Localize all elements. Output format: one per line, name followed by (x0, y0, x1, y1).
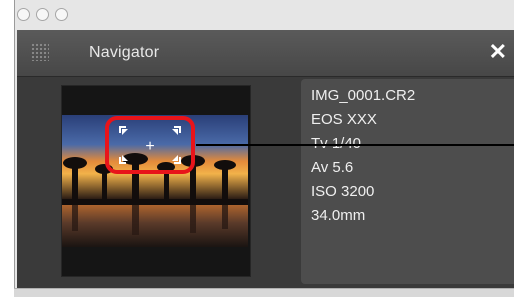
window-zoom-button[interactable] (55, 8, 68, 21)
shooting-info-panel: IMG_0001.CR2 EOS XXX Tv 1/40 Av 5.6 ISO … (301, 79, 514, 284)
window-minimize-button[interactable] (36, 8, 49, 21)
panel-title: Navigator (89, 44, 160, 61)
af-point-frame-icon: + (119, 126, 181, 164)
focal-length: 34.0mm (311, 207, 366, 224)
window-close-button[interactable] (17, 8, 30, 21)
iso-speed: ISO 3200 (311, 183, 375, 200)
af-frame-highlight[interactable]: + (105, 116, 195, 174)
af-center-mark: + (145, 138, 154, 155)
window-controls (17, 8, 68, 21)
aperture: Av 5.6 (311, 159, 354, 176)
close-icon[interactable]: ✕ (489, 39, 507, 65)
drag-grip-icon[interactable] (31, 43, 49, 61)
file-name: IMG_0001.CR2 (311, 87, 416, 104)
camera-model: EOS XXX (311, 111, 377, 128)
callout-line (196, 144, 514, 146)
panel-titlebar[interactable]: Navigator ✕ (17, 30, 514, 77)
